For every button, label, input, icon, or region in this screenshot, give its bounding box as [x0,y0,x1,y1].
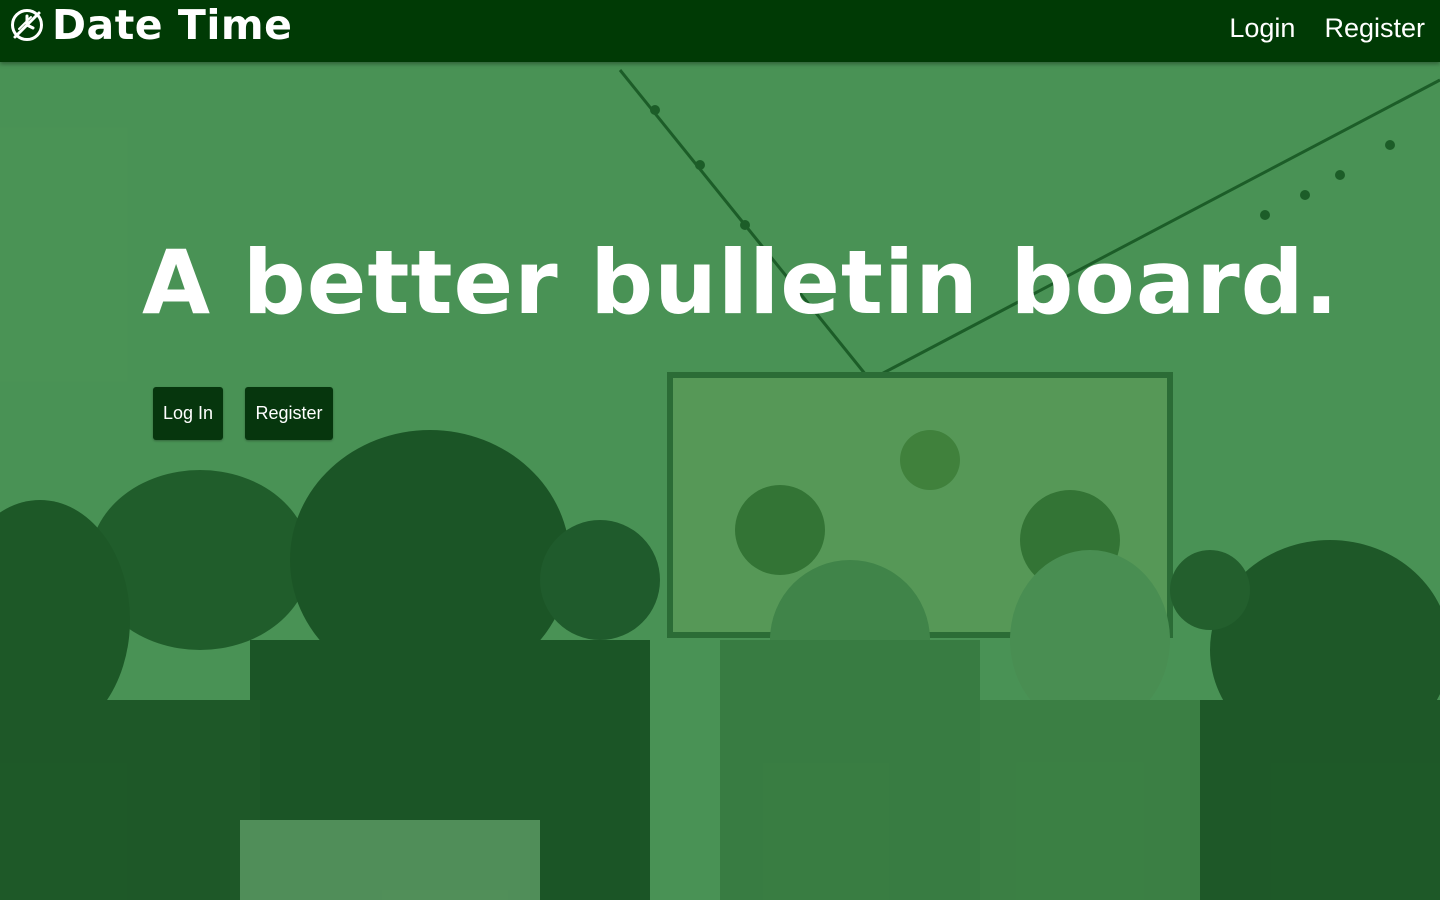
top-navbar: Date Time Login Register [0,0,1440,62]
brand-name: Date Time [52,1,293,49]
brand-logo-link[interactable]: Date Time [10,0,292,50]
nav-login-link[interactable]: Login [1229,8,1295,48]
hero-cta-buttons: Log In Register [153,387,333,440]
no-clock-icon [10,8,44,42]
nav-register-link[interactable]: Register [1324,8,1425,48]
hero-login-button[interactable]: Log In [153,387,223,440]
hero-register-button[interactable]: Register [245,387,333,440]
nav-links: Login Register [1229,8,1425,48]
hero-headline: A better bulletin board. [142,231,1340,334]
hero-color-overlay [0,0,1440,900]
